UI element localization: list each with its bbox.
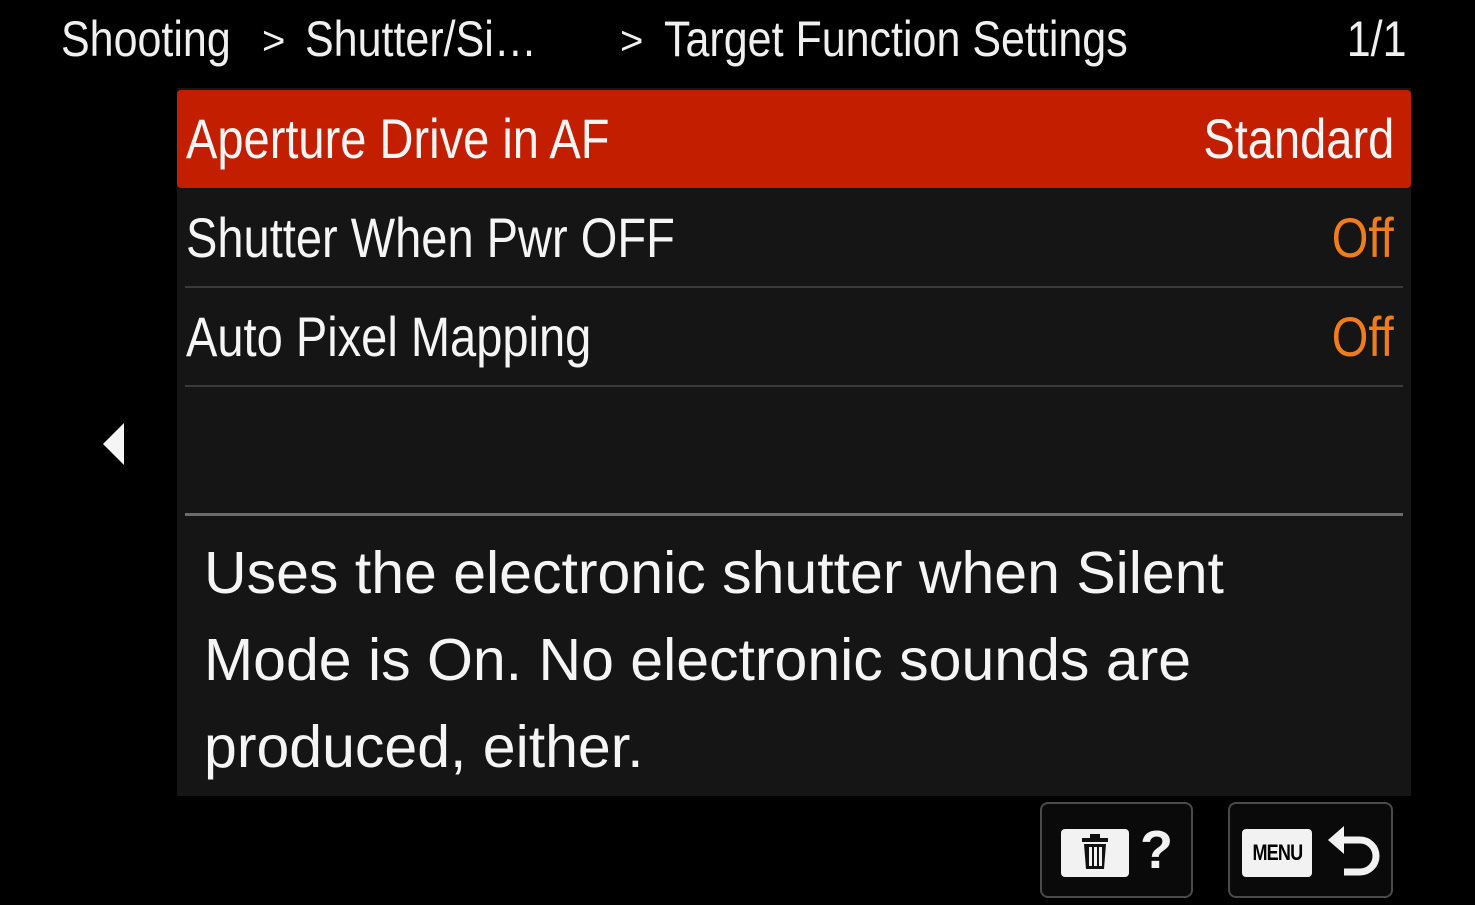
menu-key-icon: MENU [1242, 829, 1312, 877]
menu-item-label: Shutter When Pwr OFF [186, 206, 675, 269]
row-divider [185, 385, 1403, 387]
menu-item-value: Off [1332, 206, 1394, 269]
breadcrumb-separator: > [262, 19, 286, 63]
menu-item-value: Standard [1203, 107, 1394, 170]
left-arrow-icon[interactable] [103, 423, 124, 465]
return-arrow-icon [1328, 826, 1380, 876]
menu-item-auto-pixel-mapping[interactable]: Auto Pixel Mapping Off [177, 288, 1411, 386]
breadcrumb-shooting[interactable]: Shooting [61, 8, 231, 70]
page-indicator: 1/1 [1347, 11, 1407, 67]
delete-help-button[interactable]: ? [1040, 802, 1193, 898]
menu-panel: Aperture Drive in AF Standard Shutter Wh… [177, 88, 1411, 796]
description-divider [185, 513, 1403, 516]
breadcrumb-separator: > [620, 19, 644, 63]
menu-item-label: Auto Pixel Mapping [186, 305, 592, 368]
menu-item-label: Aperture Drive in AF [186, 107, 610, 170]
breadcrumb-shutter-silent[interactable]: Shutter/Si… [305, 8, 537, 70]
header-bar: Shooting > Shutter/Si… > Target Function… [0, 0, 1475, 86]
item-description: Uses the electronic shutter when Silent … [204, 540, 1224, 780]
breadcrumb-target-function-settings: Target Function Settings [664, 11, 1128, 67]
menu-return-button[interactable]: MENU [1228, 802, 1393, 898]
menu-item-aperture-drive-in-af[interactable]: Aperture Drive in AF Standard [177, 90, 1411, 188]
help-icon: ? [1140, 820, 1173, 880]
menu-item-value: Off [1332, 305, 1394, 368]
menu-item-shutter-when-pwr-off[interactable]: Shutter When Pwr OFF Off [177, 189, 1411, 287]
trash-icon [1061, 829, 1129, 877]
